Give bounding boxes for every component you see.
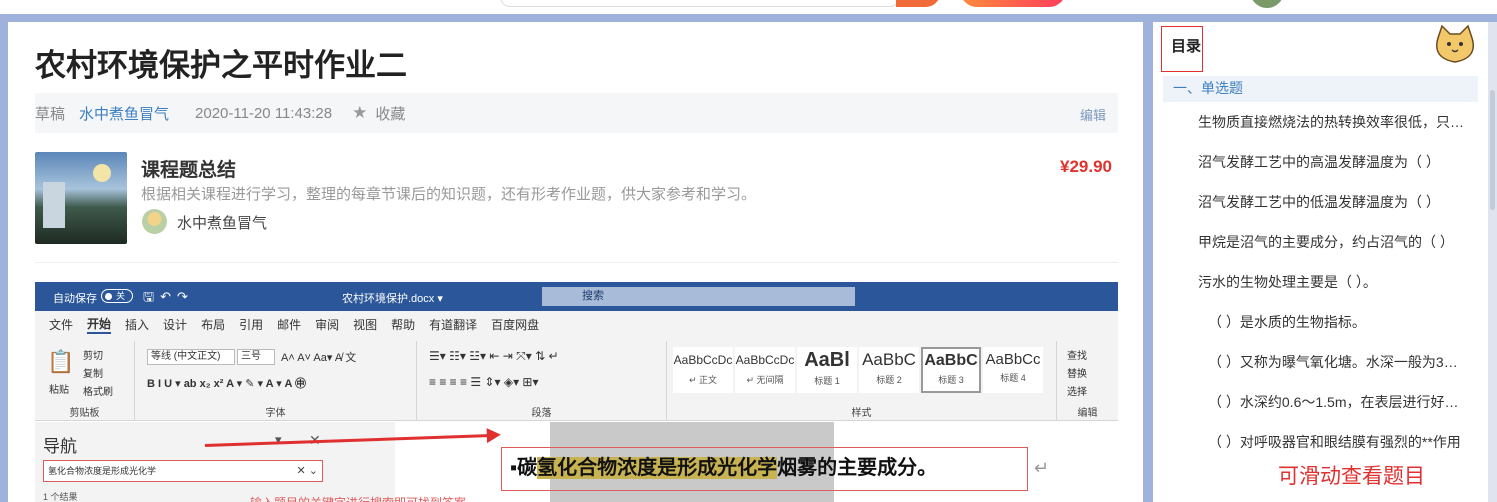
styles-group-label: 样式 (851, 408, 872, 419)
menu-tab: 有道翻译 (429, 317, 478, 332)
font-size-icons: A˄ A˅ Aa▾ A̸ 文 (281, 352, 357, 364)
word-screenshot-image: 自动保存 关 🖫↶↷ 农村环境保护.docx ▾ 搜索 文件 开始 插入 设计 … (35, 282, 1118, 502)
menu-tab: 布局 (201, 317, 226, 332)
nav-search-box: 氢化合物浓度是形成光化学 ✕ ⌄ (43, 460, 323, 482)
word-search-box: 搜索 (542, 287, 855, 306)
autosave-label: 自动保存 (53, 293, 97, 305)
nav-title: 导航 (43, 437, 77, 456)
star-icon[interactable]: ★ (352, 103, 367, 123)
author-link[interactable]: 水中煮鱼冒气 (79, 103, 169, 124)
paste-icon: 📋 (47, 349, 75, 374)
site-search-button[interactable] (896, 0, 940, 7)
article-panel: 农村环境保护之平时作业二 草稿 水中煮鱼冒气 2020-11-20 11:43:… (8, 22, 1143, 502)
document-area: ▪碳氢化合物浓度是形成光化学烟雾的主要成分。 ↵ (395, 422, 1118, 502)
find-label: 查找 (1067, 351, 1087, 362)
clipboard-group-label: 剪贴板 (69, 408, 100, 419)
divider (35, 262, 1118, 263)
create-button[interactable] (960, 0, 1066, 7)
font-name-box: 等线 (中文正文) (147, 349, 235, 365)
course-price: ¥29.90 (1060, 157, 1112, 176)
toc-item[interactable]: 甲烷是沼气的主要成分，约占沼气的（ ） (1163, 222, 1468, 262)
favorite-button[interactable]: 收藏 (375, 103, 405, 124)
menu-tab: 邮件 (277, 317, 302, 332)
top-bar (0, 0, 1497, 14)
copy-label: 复制 (83, 369, 103, 380)
styles-group: AaBbCcDc ↵ 正文 AaBbCcDc ↵ 无间隔 AaBl 标题 1 AaBb… (667, 341, 1057, 421)
menu-tab: 视图 (353, 317, 378, 332)
toc-item[interactable]: （ ）对呼吸器官和眼结膜有强烈的**作用 (1163, 422, 1468, 462)
word-titlebar: 自动保存 关 🖫↶↷ 农村环境保护.docx ▾ 搜索 (35, 282, 1118, 311)
word-menu-tabs: 文件 开始 插入 设计 布局 引用 邮件 审阅 视图 帮助 有道翻译 百度网盘 (35, 311, 1118, 337)
format-painter-label: 格式刷 (83, 387, 113, 398)
toc-item[interactable]: （ ）是水质的生物指标。 (1163, 302, 1468, 342)
menu-tab: 引用 (239, 317, 264, 332)
style-heading-3: AaBbC 标题 3 (921, 347, 981, 393)
toc-item[interactable]: （ ）又称为曝气氧化塘。水深一般为3～4m (1163, 342, 1468, 382)
red-note: 输入题目的关键字进行搜索即可找到答案 (250, 494, 466, 502)
toc-section-single-choice[interactable]: 一、单选题 (1163, 76, 1478, 102)
style-heading-1: AaBl 标题 1 (797, 347, 857, 393)
style-normal: AaBbCcDc ↵ 正文 (673, 347, 733, 393)
toc-item[interactable]: 沼气发酵工艺中的高温发酵温度为（ ） (1163, 142, 1468, 182)
paragraph-group-label: 段落 (531, 408, 552, 419)
toc-item[interactable]: 生物质直接燃烧法的热转换效率很低，只有10%左右 (1163, 102, 1468, 142)
menu-tab: 百度网盘 (491, 317, 540, 332)
style-heading-4: AaBbCc 标题 4 (983, 347, 1043, 393)
toc-title: 目录 (1161, 26, 1203, 72)
select-label: 选择 (1067, 387, 1087, 398)
menu-tab: 插入 (125, 317, 150, 332)
word-ribbon: 📋 粘贴 剪切 复制 格式刷 剪贴板 等线 (中文正文) 三号 A˄ A˅ Aa… (35, 337, 1118, 421)
paragraph-group: ☰▾ ☷▾ ☳▾ ⇤ ⇥ ⤧▾ ⇅ ↵ ≡ ≡ ≡ ≡ ☰ ⇕▾ ◈▾ ⊞▾ 段… (417, 341, 667, 421)
course-title[interactable]: 课程题总结 (141, 155, 236, 182)
menu-tab: 审阅 (315, 317, 340, 332)
editing-group-label: 编辑 (1077, 408, 1098, 419)
toc-item[interactable]: 沼气发酵工艺中的低温发酵温度为（ ） (1163, 182, 1468, 222)
toc-item[interactable]: 污水的生物处理主要是（ ）。 (1163, 262, 1468, 302)
style-no-spacing: AaBbCcDc ↵ 无间隔 (735, 347, 795, 393)
list-icons: ☰▾ ☷▾ ☳▾ ⇤ ⇥ ⤧▾ ⇅ ↵ (429, 349, 559, 363)
format-icons: B I U ▾ ab x₂ x² A ▾ ✎ ▾ A ▾ A ㊥ (147, 378, 307, 390)
publish-date: 2020-11-20 11:43:28 (195, 104, 333, 122)
status-label: 草稿 (35, 105, 66, 123)
paste-label: 粘贴 (49, 385, 69, 396)
autosave-toggle: 关 (101, 289, 133, 303)
cat-mascot-icon (1436, 24, 1474, 63)
menu-tab-active: 开始 (87, 315, 112, 334)
edit-link[interactable]: 编辑 (1080, 105, 1106, 124)
toc-scroll-thumb[interactable] (1490, 90, 1495, 210)
site-search-input[interactable] (500, 0, 900, 7)
course-card[interactable]: 课程题总结 根据相关课程进行学习，整理的每章节课后的知识题，还有形考作业题，供大… (35, 152, 1118, 252)
menu-tab: 设计 (163, 317, 188, 332)
style-heading-2: AaBbC 标题 2 (859, 347, 919, 393)
quick-access-icons: 🖫↶↷ (143, 289, 194, 304)
navigation-pane: 导航 ▾ ✕ 氢化合物浓度是形成光化学✕ ⌄ 1 个结果 (35, 422, 395, 502)
align-icons: ≡ ≡ ≡ ≡ ☰ ⇕▾ ◈▾ ⊞▾ (429, 375, 539, 389)
course-author-avatar (142, 209, 167, 234)
course-author-name[interactable]: 水中煮鱼冒气 (177, 212, 267, 233)
user-avatar[interactable] (1250, 0, 1284, 8)
editing-group: 查找 替换 选择 编辑 (1057, 341, 1118, 421)
menu-tab: 文件 (49, 317, 74, 332)
found-sentence: ▪碳氢化合物浓度是形成光化学烟雾的主要成分。 ↵ (501, 447, 1049, 491)
toc-item[interactable]: （ ）水深约0.6～1.5m，在表层进行好氧分解 (1163, 382, 1468, 422)
toc-list: 一、单选题 生物质直接燃烧法的热转换效率很低，只有10%左右 沼气发酵工艺中的高… (1163, 76, 1478, 496)
document-name: 农村环境保护.docx ▾ (342, 293, 443, 305)
nav-result-count: 1 个结果 (43, 492, 78, 502)
clipboard-group: 📋 粘贴 剪切 复制 格式刷 剪贴板 (35, 341, 135, 421)
toc-header: 目录 (1153, 22, 1488, 72)
scroll-hint: 可滑动查看题目 (1278, 465, 1425, 488)
replace-label: 替换 (1067, 369, 1087, 380)
article-title: 农村环境保护之平时作业二 (35, 48, 407, 83)
font-group: 等线 (中文正文) 三号 A˄ A˅ Aa▾ A̸ 文 B I U ▾ ab x… (135, 341, 417, 421)
course-description: 根据相关课程进行学习，整理的每章节课后的知识题，还有形考作业题，供大家参考和学习… (141, 186, 757, 203)
menu-tab: 帮助 (391, 317, 416, 332)
font-size-box: 三号 (237, 349, 275, 365)
article-meta: 草稿 水中煮鱼冒气 2020-11-20 11:43:28 ★ 收藏 编辑 (35, 93, 1118, 133)
nav-dropdown-icon: ▾ (275, 432, 282, 447)
course-thumbnail[interactable] (35, 152, 127, 244)
font-group-label: 字体 (265, 408, 286, 419)
cut-label: 剪切 (83, 351, 103, 362)
toc-sidebar: 目录 一、单选题 生物质直接燃烧法的热转换效率很低，只有10%左右 沼气发酵工艺… (1153, 22, 1488, 502)
